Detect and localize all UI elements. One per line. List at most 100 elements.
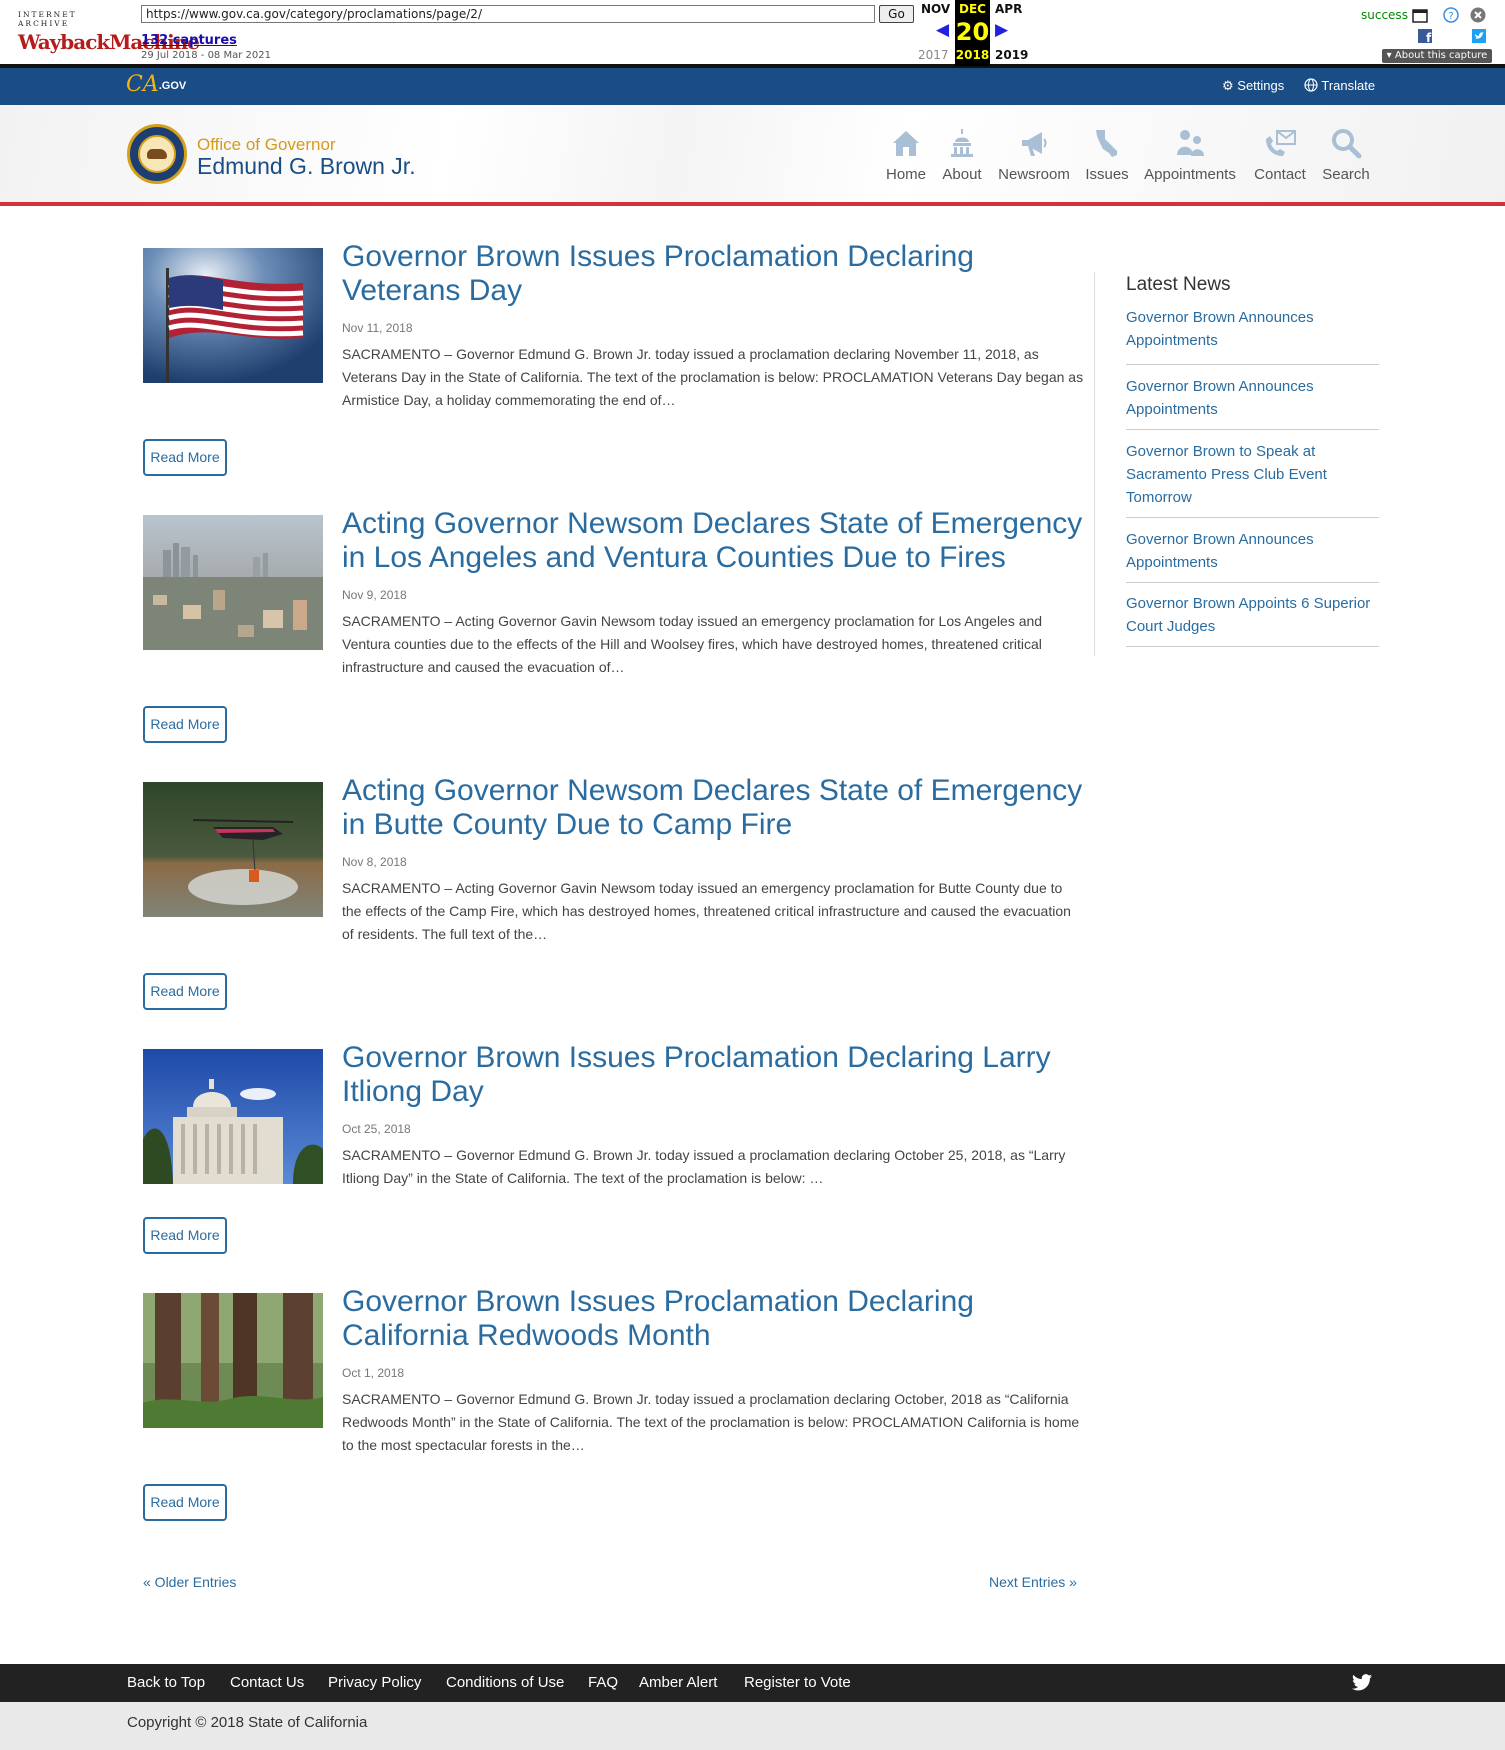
sidebar-news-link[interactable]: Governor Brown Announces Appointments (1126, 528, 1379, 583)
org-title-line1[interactable]: Office of Governor (197, 135, 336, 155)
wayback-cur-day: 20 (955, 18, 990, 46)
wayback-prev-month[interactable]: NOV (921, 2, 950, 16)
settings-link[interactable]: ⚙ Settings (1222, 78, 1284, 94)
wayback-about-label: About this capture (1394, 50, 1488, 61)
footer-amber-alert[interactable]: Amber Alert (639, 1674, 717, 1691)
read-more-button[interactable]: Read More (143, 706, 227, 743)
nav-issues-label: Issues (1085, 166, 1129, 183)
megaphone-icon (1022, 132, 1047, 156)
help-icon[interactable]: ? (1443, 7, 1459, 23)
nav-search-label: Search (1322, 166, 1370, 183)
post-excerpt: SACRAMENTO – Governor Edmund G. Brown Jr… (342, 1391, 1080, 1453)
state-capitol-image[interactable] (143, 1049, 323, 1184)
post-title-link[interactable]: Governor Brown Issues Proclamation Decla… (342, 240, 1084, 308)
wayback-next-year[interactable]: 2019 (995, 48, 1028, 62)
read-more-button[interactable]: Read More (143, 973, 227, 1010)
wayback-date-span: 29 Jul 2018 - 08 Mar 2021 (141, 50, 271, 61)
gear-icon: ⚙ (1222, 78, 1234, 93)
wayback-cur-year: 2018 (955, 48, 990, 62)
wayback-cur-month: DEC (959, 2, 986, 16)
ca-logo-text: CA (126, 72, 159, 97)
nav-newsroom[interactable]: Newsroom (997, 127, 1071, 183)
nav-about[interactable]: About (939, 127, 985, 183)
post-excerpt: SACRAMENTO – Acting Governor Gavin Newso… (342, 613, 1043, 675)
nav-about-label: About (942, 166, 982, 183)
sidebar-news-link[interactable]: Governor Brown Appoints 6 Superior Court… (1126, 592, 1379, 647)
footer-privacy-policy[interactable]: Privacy Policy (328, 1674, 421, 1691)
nav-appointments-label: Appointments (1144, 166, 1236, 183)
footer-faq[interactable]: FAQ (588, 1674, 618, 1691)
latest-news-sidebar: Latest News Governor Brown Announces App… (1094, 272, 1380, 656)
utility-bar: CA.GOV ⚙ Settings Translate (0, 68, 1505, 105)
phone-mail-icon (1266, 130, 1296, 156)
nav-newsroom-label: Newsroom (998, 166, 1070, 183)
wayback-url-input[interactable]: https://www.gov.ca.gov/category/proclama… (141, 5, 875, 23)
close-icon[interactable] (1470, 7, 1486, 23)
bear-icon (147, 149, 167, 159)
post-excerpt: SACRAMENTO – Governor Edmund G. Brown Jr… (342, 346, 1084, 408)
svg-text:f: f (1426, 31, 1432, 43)
post-date: Nov 8, 2018 (342, 855, 407, 869)
people-icon (1177, 130, 1204, 156)
post-title-link[interactable]: Governor Brown Issues Proclamation Decla… (342, 1285, 1084, 1353)
wayback-next-arrow-icon[interactable]: ▶ (995, 20, 1008, 40)
footer-register-to-vote[interactable]: Register to Vote (744, 1674, 851, 1691)
firefighting-helicopter-image[interactable] (143, 782, 323, 917)
los-angeles-skyline-image[interactable] (143, 515, 323, 650)
nav-contact[interactable]: Contact (1251, 127, 1309, 183)
wayback-next-month[interactable]: APR (995, 2, 1022, 16)
translate-link[interactable]: Translate (1304, 78, 1375, 93)
veterans-flag-image[interactable] (143, 248, 323, 383)
wayback-status: success (1361, 8, 1408, 22)
home-icon (893, 131, 919, 156)
footer-copyright-bar: Copyright © 2018 State of California (0, 1702, 1505, 1750)
nav-home[interactable]: Home (885, 127, 927, 183)
twitter-icon[interactable] (1472, 29, 1486, 43)
read-more-button[interactable]: Read More (143, 439, 227, 476)
state-seal-logo[interactable] (127, 124, 187, 184)
calendar-icon[interactable] (1412, 8, 1428, 24)
wayback-about-capture[interactable]: ▾ About this capture (1382, 49, 1492, 63)
facebook-icon[interactable]: f (1418, 29, 1432, 43)
post-title-link[interactable]: Acting Governor Newsom Declares State of… (342, 507, 1084, 575)
sidebar-title: Latest News (1126, 274, 1231, 295)
redwoods-forest-image[interactable] (143, 1293, 323, 1428)
ca-gov-logo[interactable]: CA.GOV (126, 72, 186, 97)
seal-inner (138, 135, 176, 173)
svg-text:?: ? (1448, 11, 1453, 22)
older-entries-link[interactable]: « Older Entries (143, 1574, 236, 1590)
wayback-prev-year[interactable]: 2017 (918, 48, 949, 62)
translate-label: Translate (1321, 78, 1376, 93)
post-date: Nov 9, 2018 (342, 588, 407, 602)
sidebar-news-link[interactable]: Governor Brown Announces Appointments (1126, 375, 1379, 430)
footer-contact-us[interactable]: Contact Us (230, 1674, 304, 1691)
org-title-line2[interactable]: Edmund G. Brown Jr. (197, 153, 416, 180)
wayback-go-button[interactable]: Go (879, 5, 914, 23)
settings-label: Settings (1237, 78, 1285, 93)
post-title-link[interactable]: Governor Brown Issues Proclamation Decla… (342, 1041, 1084, 1109)
wayback-captures-link[interactable]: 132 captures (141, 33, 237, 48)
read-more-button[interactable]: Read More (143, 1484, 227, 1521)
wayback-current-capture: DEC 20 2018 (955, 0, 990, 66)
footer-conditions-of-use[interactable]: Conditions of Use (446, 1674, 564, 1691)
copyright-text: Copyright © 2018 State of California (127, 1714, 368, 1731)
post-excerpt: SACRAMENTO – Acting Governor Gavin Newso… (342, 880, 1071, 942)
next-entries-link[interactable]: Next Entries » (989, 1574, 1077, 1590)
nav-appointments[interactable]: Appointments (1142, 127, 1238, 183)
sidebar-news-link[interactable]: Governor Brown to Speak at Sacramento Pr… (1126, 440, 1379, 518)
twitter-icon[interactable] (1352, 1674, 1372, 1691)
post-date: Nov 11, 2018 (342, 321, 413, 335)
nav-issues[interactable]: Issues (1084, 127, 1130, 183)
read-more-button[interactable]: Read More (143, 1217, 227, 1254)
nav-home-label: Home (885, 166, 926, 183)
search-icon (1332, 129, 1362, 159)
footer-back-to-top[interactable]: Back to Top (127, 1674, 205, 1691)
nav-contact-label: Contact (1254, 166, 1306, 183)
wayback-logo[interactable]: INTERNET ARCHIVE WaybackMachine (18, 10, 200, 54)
sidebar-news-link[interactable]: Governor Brown Announces Appointments (1126, 306, 1379, 365)
nav-search[interactable]: Search (1320, 127, 1372, 183)
post-date: Oct 25, 2018 (342, 1122, 411, 1136)
wayback-prev-arrow-icon[interactable]: ◀ (936, 20, 949, 40)
wayback-logo-top: INTERNET ARCHIVE (18, 10, 77, 28)
post-title-link[interactable]: Acting Governor Newsom Declares State of… (342, 774, 1084, 842)
